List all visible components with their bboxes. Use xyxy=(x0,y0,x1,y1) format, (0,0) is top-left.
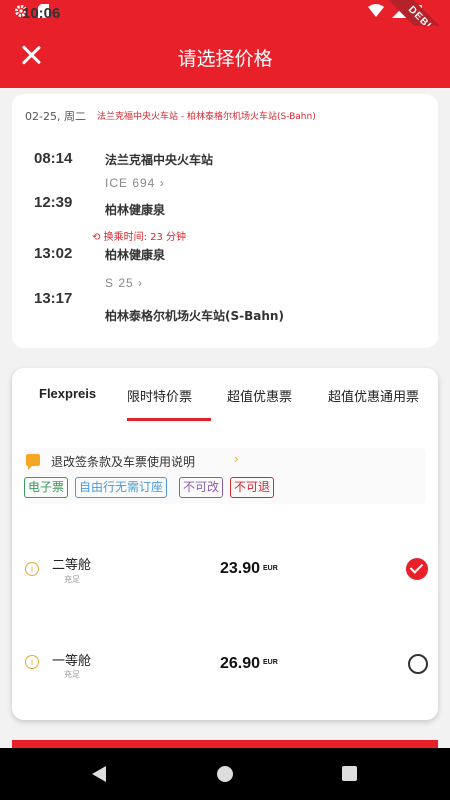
train-number-1: ICE 694 xyxy=(105,176,156,190)
radio-unchecked-icon[interactable] xyxy=(408,654,428,674)
journey-card: 02-25, 周二 法兰克福中央火车站 - 柏林泰格尔机场火车站(S-Bahn)… xyxy=(12,94,438,348)
class-name: 二等舱 xyxy=(52,558,92,573)
recents-icon[interactable] xyxy=(342,766,357,781)
train-number-2: S 25 xyxy=(105,276,134,290)
back-icon[interactable] xyxy=(92,766,106,782)
journey-route: 法兰克福中央火车站 - 柏林泰格尔机场火车站(S-Bahn) xyxy=(97,112,316,122)
arrival-time-1: 12:39 xyxy=(34,194,73,211)
departure-station-2: 柏林健康泉 xyxy=(105,248,166,262)
status-bar: 10:06 DEBUG xyxy=(0,0,450,72)
arrival-time-2: 13:17 xyxy=(34,290,73,307)
availability-text: 充足 xyxy=(64,575,80,584)
radio-checked-icon[interactable] xyxy=(406,558,428,580)
fare-tabs: Flexpreis 限时特价票 超值优惠票 超值优惠通用票 xyxy=(12,368,438,421)
chevron-right-icon: › xyxy=(234,452,239,466)
tag-non-changeable: 不可改 xyxy=(179,477,224,498)
train-link-2[interactable]: S 25 › xyxy=(105,276,143,290)
chevron-right-icon: › xyxy=(159,176,165,190)
departure-time-2: 13:02 xyxy=(34,245,73,262)
class-name: 一等舱 xyxy=(52,654,92,669)
departure-time-1: 08:14 xyxy=(34,150,73,167)
journey-date: 02-25, 周二 xyxy=(25,110,86,123)
chevron-right-icon: › xyxy=(138,276,144,290)
policy-link[interactable]: 退改签条款及车票使用说明 xyxy=(51,453,195,470)
fare-card: Flexpreis 限时特价票 超值优惠票 超值优惠通用票 退改签条款及车票使用… xyxy=(12,368,438,720)
transfer-text: 换乘时间: 23 分钟 xyxy=(103,232,187,243)
status-time: 10:06 xyxy=(22,4,61,22)
policy-section: 退改签条款及车票使用说明 › 电子票 自由行无需订座 不可改 不可退 xyxy=(24,448,426,504)
wifi-icon xyxy=(368,4,384,22)
page-title: 请选择价格 xyxy=(177,48,273,70)
system-nav-bar xyxy=(0,748,450,800)
departure-station-1: 法兰克福中央火车站 xyxy=(105,153,214,167)
tab-flexpreis[interactable]: Flexpreis xyxy=(39,386,96,401)
info-icon[interactable]: i xyxy=(25,562,39,576)
tab-super-saver[interactable]: 超值优惠票 xyxy=(227,386,292,405)
app-header: 请选择价格 xyxy=(0,26,450,88)
transfer-icon: ⟲ xyxy=(92,232,101,243)
tag-no-reservation: 自由行无需订座 xyxy=(75,477,168,498)
tab-super-saver-flex[interactable]: 超值优惠通用票 xyxy=(328,386,419,405)
message-icon xyxy=(26,454,40,470)
tab-limited-special[interactable]: 限时特价票 xyxy=(127,386,192,405)
price-currency: EUR xyxy=(263,565,278,572)
home-icon[interactable] xyxy=(217,766,233,782)
active-tab-indicator xyxy=(127,418,211,421)
train-link-1[interactable]: ICE 694 › xyxy=(105,176,165,190)
tag-non-refundable: 不可退 xyxy=(230,477,275,498)
arrival-station-1: 柏林健康泉 xyxy=(105,203,166,217)
transfer-info: ⟲ 换乘时间: 23 分钟 xyxy=(92,228,186,243)
price-value: 23.90 xyxy=(220,560,261,577)
price-value: 26.90 xyxy=(220,655,261,672)
tag-eticket: 电子票 xyxy=(24,477,69,498)
availability-text: 充足 xyxy=(64,670,80,679)
info-icon[interactable]: i xyxy=(25,655,39,669)
price-currency: EUR xyxy=(263,659,278,666)
arrival-station-2: 柏林泰格尔机场火车站(S-Bahn) xyxy=(105,309,284,323)
